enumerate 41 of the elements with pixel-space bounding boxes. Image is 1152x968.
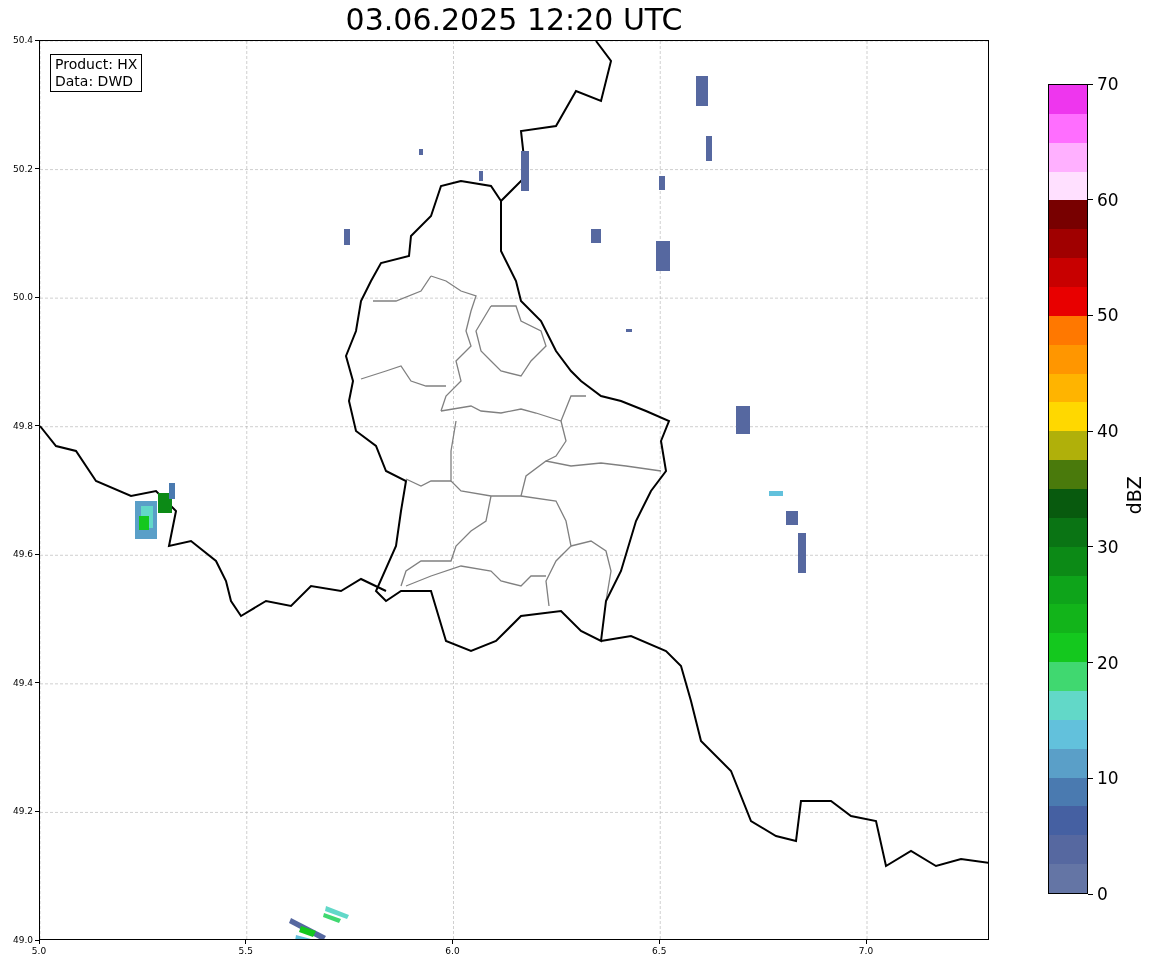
y-tick-label: 49.4 [12, 678, 33, 688]
colorbar-tick-label: 60 [1097, 191, 1119, 209]
radar-echo [736, 406, 750, 434]
colorbar-tick-label: 40 [1097, 422, 1119, 440]
radar-echo-drawing [289, 906, 349, 939]
x-tick-label: 5.5 [238, 947, 253, 956]
radar-echo [798, 533, 806, 573]
y-tick-label: 49.2 [12, 806, 33, 816]
radar-echo [591, 229, 601, 243]
colorbar-tick-label: 0 [1097, 885, 1108, 903]
chart-title: 03.06.2025 12:20 UTC [345, 5, 683, 35]
colorbar-tick-label: 10 [1097, 769, 1119, 787]
y-tick-label: 49.0 [12, 935, 33, 945]
radar-echo [479, 171, 483, 181]
radar-echo [696, 76, 708, 106]
colorbar-tick-label: 30 [1097, 538, 1119, 556]
radar-echo [659, 176, 665, 190]
radar-echo [626, 329, 632, 332]
y-tick-label: 49.6 [12, 549, 33, 559]
radar-echo-drawing [135, 483, 175, 539]
radar-echo [521, 151, 529, 191]
colorbar-tick-label: 70 [1097, 75, 1119, 93]
y-tick-label: 49.8 [12, 421, 33, 431]
radar-echo [786, 511, 798, 525]
y-tick-label: 50.4 [12, 35, 33, 45]
radar-echo [769, 491, 783, 496]
colorbar-tick-label: 50 [1097, 306, 1119, 324]
y-tick-label: 50.0 [12, 292, 33, 302]
radar-echo [344, 229, 350, 245]
x-tick-label: 6.0 [445, 947, 460, 956]
product-label: Product: HX [55, 56, 138, 73]
data-source-label: Data: DWD [55, 73, 134, 90]
radar-echo [706, 136, 712, 161]
y-tick-label: 50.2 [12, 164, 33, 174]
x-tick-label: 7.0 [858, 947, 874, 956]
x-tick-label: 5.0 [31, 947, 47, 956]
x-tick-label: 6.5 [652, 947, 667, 956]
radar-echo [419, 149, 423, 155]
radar-echo [656, 241, 670, 271]
colorbar-label: dBZ [1121, 475, 1146, 515]
colorbar-tick-label: 20 [1097, 654, 1119, 672]
